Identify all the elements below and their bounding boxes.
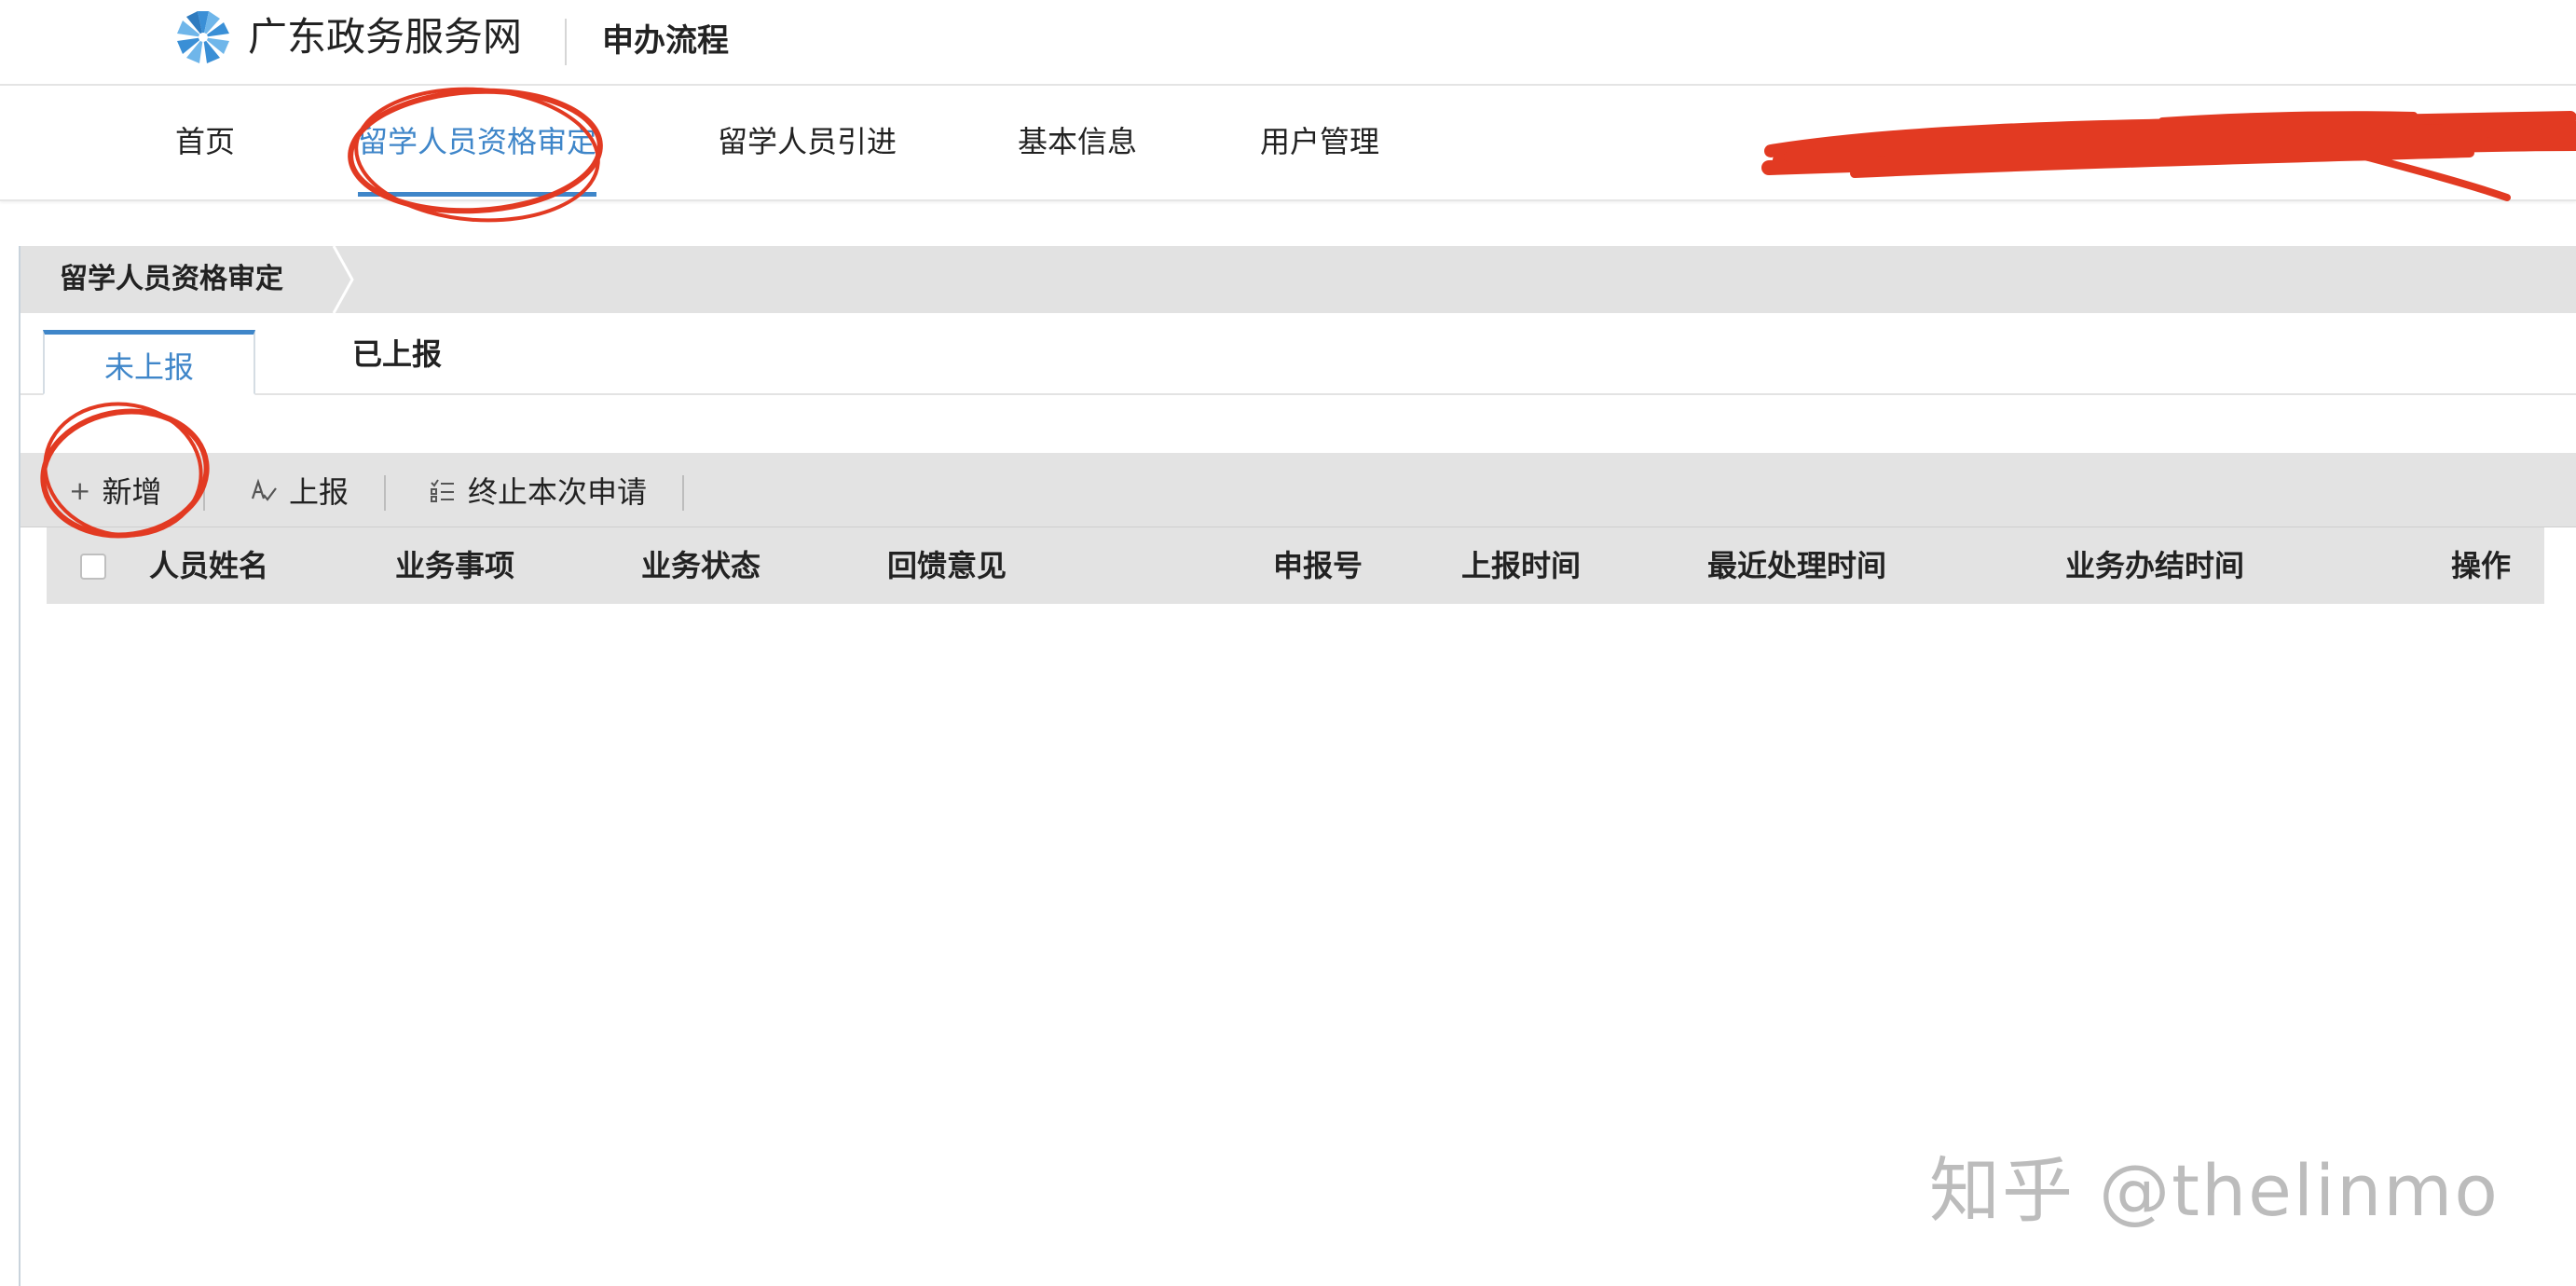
report-icon	[251, 478, 277, 501]
column-header-feedback[interactable]: 回馈意见	[887, 527, 1007, 604]
terminate-list-icon	[431, 479, 454, 502]
column-header-report-time[interactable]: 上报时间	[1461, 527, 1581, 604]
nav-item-qualification-review[interactable]: 留学人员资格审定	[358, 119, 596, 164]
column-header-business-item[interactable]: 业务事项	[395, 527, 514, 604]
add-button-label: 新增	[102, 474, 162, 510]
redaction-scribble	[1761, 111, 2576, 201]
panel-title: 留学人员资格审定	[60, 263, 283, 295]
column-header-name[interactable]: 人员姓名	[149, 527, 268, 604]
tab-unreported[interactable]: 未上报	[43, 330, 255, 395]
terminate-application-button[interactable]: 终止本次申请	[429, 453, 647, 527]
table-header: 人员姓名 业务事项 业务状态 回馈意见 申报号 上报时间 最近处理时间 业务办结…	[47, 527, 2544, 604]
column-header-application-number[interactable]: 申报号	[1273, 527, 1363, 604]
gov-logo-icon[interactable]	[173, 7, 233, 67]
header-divider	[565, 19, 567, 65]
select-all-checkbox[interactable]	[80, 554, 106, 580]
panel-titlebar: 留学人员资格审定	[21, 246, 2576, 313]
process-title: 申办流程	[602, 22, 729, 60]
report-button-label: 上报	[289, 474, 349, 510]
site-name[interactable]: 广东政务服务网	[248, 11, 522, 63]
site-header: 广东政务服务网 申办流程	[0, 0, 2576, 86]
column-header-last-processed-time[interactable]: 最近处理时间	[1707, 527, 1886, 604]
report-button[interactable]: 上报	[250, 453, 349, 527]
add-button[interactable]: + 新增	[69, 453, 161, 527]
nav-item-talent-introduction[interactable]: 留学人员引进	[718, 119, 897, 164]
action-toolbar: + 新增 上报 终止本次申请	[21, 453, 2576, 527]
nav-item-basic-info[interactable]: 基本信息	[1018, 119, 1137, 164]
tab-reported[interactable]: 已上报	[332, 330, 462, 395]
toolbar-separator	[682, 475, 684, 511]
column-header-business-status[interactable]: 业务状态	[641, 527, 760, 604]
column-header-completion-time[interactable]: 业务办结时间	[2065, 527, 2244, 604]
nav-item-home[interactable]: 首页	[175, 119, 235, 164]
status-tabs: 未上报 已上报	[21, 313, 2576, 395]
column-header-actions[interactable]: 操作	[2451, 527, 2511, 604]
content-panel: 留学人员资格审定 未上报 已上报 + 新增 上报 终止本次申请 人员姓名 业务事…	[19, 246, 2576, 1286]
toolbar-separator	[203, 475, 205, 511]
nav-item-user-management[interactable]: 用户管理	[1260, 119, 1379, 164]
toolbar-separator	[384, 475, 386, 511]
nav-active-underline	[358, 192, 596, 197]
zhihu-watermark: 知乎 @thelinmo	[1929, 1149, 2500, 1232]
breadcrumb-chevron-icon	[332, 246, 354, 313]
plus-icon: +	[69, 474, 91, 506]
terminate-application-label: 终止本次申请	[468, 474, 648, 510]
